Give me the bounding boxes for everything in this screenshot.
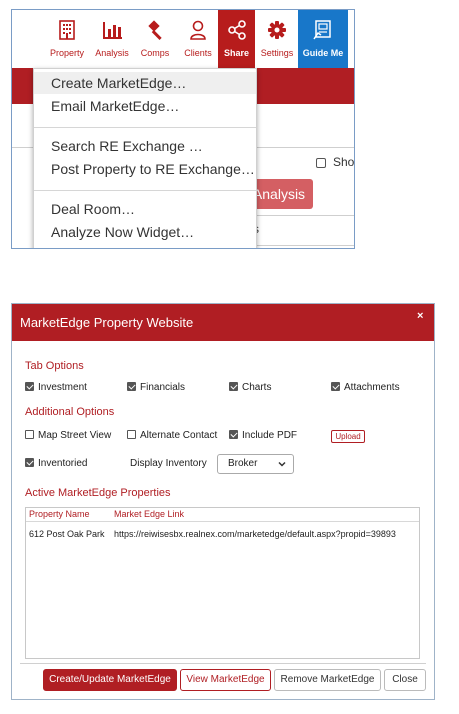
checkbox-unchecked-icon [25, 430, 34, 439]
share-menu-screenshot: Property Analysis Comps Clients Share Se… [11, 9, 355, 249]
share-dropdown-menu: Create MarketEdge… Email MarketEdge… Sea… [33, 68, 257, 248]
alternate-contact-label: Alternate Contact [140, 430, 218, 441]
toolbar-analysis-button[interactable]: Analysis [92, 10, 132, 68]
checkbox-unchecked-icon [127, 430, 136, 439]
bar-chart-icon [103, 22, 122, 39]
table-header: Property Name Market Edge Link [26, 508, 419, 522]
person-icon [190, 20, 206, 40]
display-inventory-value: Broker [228, 458, 258, 469]
close-icon[interactable]: × [417, 310, 423, 322]
toolbar-clients-label: Clients [184, 48, 212, 58]
attachments-checkbox[interactable]: Attachments [331, 382, 400, 393]
table-cell-property-name[interactable]: 612 Post Oak Park [29, 529, 105, 539]
building-icon [59, 20, 75, 40]
menu-item-create-marketedge[interactable]: Create MarketEdge… [34, 72, 256, 94]
column-header-market-edge-link: Market Edge Link [114, 509, 185, 519]
inventoried-label: Inventoried [38, 458, 88, 469]
gear-icon [268, 21, 286, 39]
toolbar-comps-button[interactable]: Comps [136, 10, 174, 68]
toolbar-analysis-label: Analysis [95, 48, 129, 58]
gavel-icon [148, 20, 162, 40]
tab-options-heading: Tab Options [25, 360, 84, 372]
financials-checkbox[interactable]: Financials [127, 382, 185, 393]
menu-item-analyze-now-widget[interactable]: Analyze Now Widget… [34, 221, 256, 243]
show-label: Sho [333, 155, 355, 169]
toolbar-comps-label: Comps [140, 48, 170, 58]
toolbar-share-button[interactable]: Share [218, 10, 255, 68]
chevron-down-icon [278, 461, 286, 467]
display-inventory-label: Display Inventory [130, 458, 207, 469]
investment-label: Investment [38, 382, 87, 393]
toolbar-guide-me-button[interactable]: Guide Me [298, 10, 348, 68]
menu-item-post-property[interactable]: Post Property to RE Exchange… [34, 158, 256, 180]
properties-table: Property Name Market Edge Link 612 Post … [25, 507, 420, 659]
remove-marketedge-button[interactable]: Remove MarketEdge [274, 669, 381, 691]
checkbox-checked-icon [127, 382, 136, 391]
toolbar-settings-button[interactable]: Settings [257, 10, 297, 68]
divider [245, 245, 354, 246]
share-icon [227, 20, 246, 40]
create-update-marketedge-button[interactable]: Create/Update MarketEdge [43, 669, 177, 691]
financials-label: Financials [140, 382, 186, 393]
checkbox-checked-icon [229, 382, 238, 391]
alternate-contact-checkbox[interactable]: Alternate Contact [127, 430, 217, 441]
menu-item-search-re-exchange[interactable]: Search RE Exchange … [34, 135, 256, 157]
include-pdf-label: Include PDF [242, 430, 298, 441]
display-inventory-select[interactable]: Broker [217, 454, 294, 474]
modal-title: MarketEdge Property Website [20, 315, 194, 330]
checkbox-checked-icon [25, 458, 34, 467]
attachments-label: Attachments [344, 382, 400, 393]
inventoried-checkbox[interactable]: Inventoried [25, 458, 87, 469]
include-pdf-checkbox[interactable]: Include PDF [229, 430, 297, 441]
column-header-property-name: Property Name [29, 509, 90, 519]
toolbar-property-button[interactable]: Property [48, 10, 86, 68]
map-street-view-checkbox[interactable]: Map Street View [25, 430, 111, 441]
footer-divider [20, 663, 426, 664]
menu-item-email-marketedge[interactable]: Email MarketEdge… [34, 95, 256, 117]
marketedge-modal: MarketEdge Property Website × Tab Option… [11, 303, 435, 700]
menu-separator [34, 190, 256, 191]
additional-options-heading: Additional Options [25, 406, 115, 418]
divider [245, 215, 354, 216]
checkbox-checked-icon [229, 430, 238, 439]
menu-item-deal-room[interactable]: Deal Room… [34, 198, 256, 220]
toolbar-property-label: Property [49, 48, 84, 58]
table-cell-market-edge-link[interactable]: https://reiwisesbx.realnex.com/marketedg… [114, 529, 396, 539]
toolbar-settings-label: Settings [260, 48, 294, 58]
close-button[interactable]: Close [384, 669, 426, 691]
view-marketedge-button[interactable]: View MarketEdge [180, 669, 271, 691]
toolbar-clients-button[interactable]: Clients [178, 10, 218, 68]
investment-checkbox[interactable]: Investment [25, 382, 87, 393]
map-street-view-label: Map Street View [38, 430, 112, 441]
guide-icon [313, 20, 331, 40]
main-toolbar: Property Analysis Comps Clients Share Se… [12, 10, 354, 68]
toolbar-share-label: Share [223, 48, 249, 58]
checkbox-checked-icon [25, 382, 34, 391]
toolbar-guide-me-label: Guide Me [302, 48, 344, 58]
charts-checkbox[interactable]: Charts [229, 382, 271, 393]
charts-label: Charts [242, 382, 272, 393]
active-properties-heading: Active MarketEdge Properties [25, 487, 171, 499]
show-checkbox[interactable] [316, 158, 326, 168]
upload-button[interactable]: Upload [331, 430, 365, 443]
modal-header: MarketEdge Property Website × [12, 304, 434, 341]
menu-separator [34, 127, 256, 128]
checkbox-checked-icon [331, 382, 340, 391]
